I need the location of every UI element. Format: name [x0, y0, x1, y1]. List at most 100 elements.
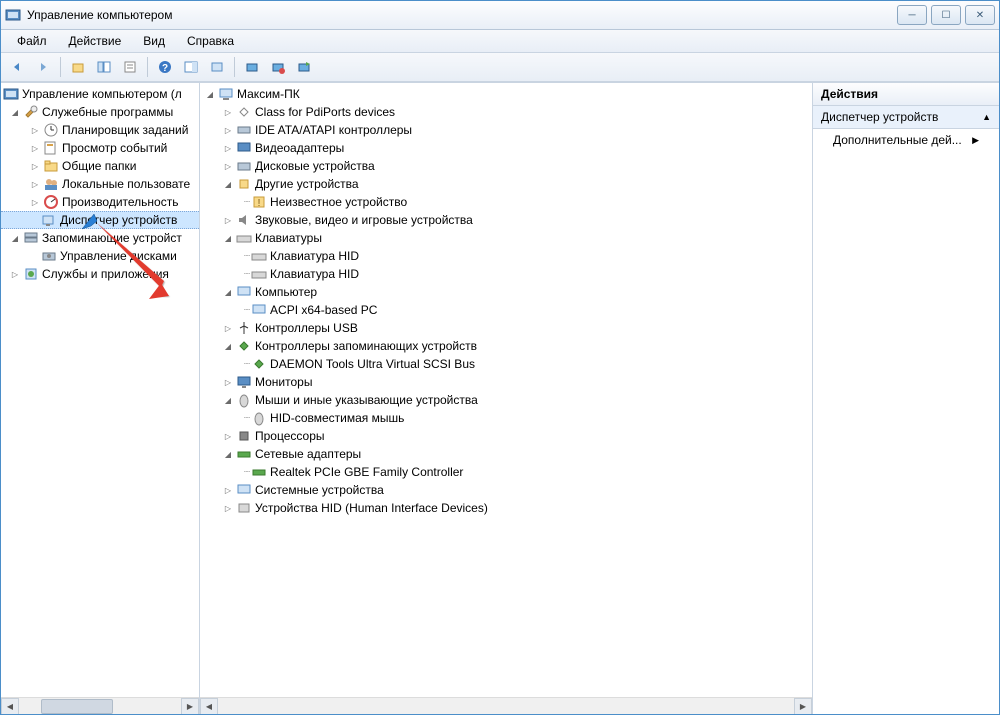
dev-keyboards[interactable]: ◢Клавиатуры [200, 229, 812, 247]
tree-devicemgr[interactable]: Диспетчер устройств [1, 211, 199, 229]
storage-icon [23, 230, 39, 246]
expand-icon[interactable]: ▷ [29, 178, 41, 190]
collapse-icon[interactable]: ◢ [222, 178, 234, 190]
collapse-icon[interactable]: ▲ [982, 112, 991, 122]
dev-hiddevices[interactable]: ▷Устройства HID (Human Interface Devices… [200, 499, 812, 517]
tree-services[interactable]: ▷ Службы и приложения [1, 265, 199, 283]
expand-icon[interactable]: ▷ [222, 142, 234, 154]
scan-hardware-button[interactable] [240, 55, 264, 79]
toolbar: ? [1, 53, 999, 82]
collapse-icon[interactable]: ◢ [204, 88, 216, 100]
actions-pane: Действия Диспетчер устройств ▲ Дополните… [813, 83, 999, 714]
tree-localusers[interactable]: ▷ Локальные пользовате [1, 175, 199, 193]
expand-icon[interactable]: ▷ [29, 196, 41, 208]
dev-computer[interactable]: ◢Компьютер [200, 283, 812, 301]
scroll-left-button[interactable]: ◀ [1, 698, 19, 714]
scroll-thumb[interactable] [41, 699, 113, 714]
collapse-icon[interactable]: ◢ [222, 286, 234, 298]
expand-icon[interactable]: ▷ [222, 430, 234, 442]
actions-more[interactable]: Дополнительные дей... ▶ [813, 129, 999, 151]
tree-storage[interactable]: ◢ Запоминающие устройст [1, 229, 199, 247]
forward-button[interactable] [31, 55, 55, 79]
expand-icon[interactable]: ▷ [222, 484, 234, 496]
tree-performance[interactable]: ▷ Производительность [1, 193, 199, 211]
scroll-left-button[interactable]: ◀ [200, 698, 218, 714]
menu-file[interactable]: Файл [7, 32, 57, 50]
collapse-icon[interactable]: ◢ [9, 106, 21, 118]
tree-root[interactable]: Управление компьютером (л [1, 85, 199, 103]
dev-root[interactable]: ◢ Максим-ПК [200, 85, 812, 103]
dev-sysdevices[interactable]: ▷Системные устройства [200, 481, 812, 499]
dev-monitors[interactable]: ▷Мониторы [200, 373, 812, 391]
collapse-icon[interactable]: ◢ [222, 394, 234, 406]
expand-icon[interactable]: ▷ [222, 322, 234, 334]
back-button[interactable] [5, 55, 29, 79]
computer-mgmt-icon [3, 86, 19, 102]
dev-daemon[interactable]: ┈DAEMON Tools Ultra Virtual SCSI Bus [200, 355, 812, 373]
center-scrollbar[interactable]: ◀ ▶ [200, 697, 812, 714]
dev-kbdhid2[interactable]: ┈Клавиатура HID [200, 265, 812, 283]
tree-eventviewer[interactable]: ▷ Просмотр событий [1, 139, 199, 157]
dev-unknown[interactable]: ┈!Неизвестное устройство [200, 193, 812, 211]
expand-icon[interactable]: ▷ [29, 124, 41, 136]
scroll-right-button[interactable]: ▶ [794, 698, 812, 714]
expand-icon[interactable]: ▷ [222, 160, 234, 172]
up-button[interactable] [66, 55, 90, 79]
dev-pdiports[interactable]: ▷Class for PdiPorts devices [200, 103, 812, 121]
properties-button[interactable] [118, 55, 142, 79]
maximize-button[interactable]: ☐ [931, 5, 961, 25]
uninstall-button[interactable] [266, 55, 290, 79]
expand-icon[interactable]: ▷ [29, 142, 41, 154]
expand-icon[interactable]: ▷ [222, 106, 234, 118]
collapse-icon[interactable]: ◢ [222, 232, 234, 244]
management-tree[interactable]: Управление компьютером (л ◢ Служебные пр… [1, 83, 199, 697]
mouse-icon [251, 410, 267, 426]
collapse-icon[interactable]: ◢ [222, 340, 234, 352]
dev-kbdhid1[interactable]: ┈Клавиатура HID [200, 247, 812, 265]
expand-icon[interactable]: ▷ [222, 502, 234, 514]
collapse-icon[interactable]: ◢ [9, 232, 21, 244]
action-pane-button[interactable] [179, 55, 203, 79]
refresh-button[interactable] [205, 55, 229, 79]
expand-icon[interactable]: ▷ [222, 376, 234, 388]
dev-processors[interactable]: ▷Процессоры [200, 427, 812, 445]
tree-system-tools[interactable]: ◢ Служебные программы [1, 103, 199, 121]
expand-icon[interactable]: ▷ [222, 214, 234, 226]
help-button[interactable]: ? [153, 55, 177, 79]
dev-ide[interactable]: ▷IDE ATA/ATAPI контроллеры [200, 121, 812, 139]
dev-storagectrl[interactable]: ◢Контроллеры запоминающих устройств [200, 337, 812, 355]
menu-help[interactable]: Справка [177, 32, 244, 50]
tree-diskmgmt[interactable]: Управление дисками [1, 247, 199, 265]
actions-header: Действия [813, 83, 999, 106]
dev-disk[interactable]: ▷Дисковые устройства [200, 157, 812, 175]
expand-icon[interactable]: ▷ [29, 160, 41, 172]
dev-video[interactable]: ▷Видеоадаптеры [200, 139, 812, 157]
tree-scheduler[interactable]: ▷ Планировщик заданий [1, 121, 199, 139]
dev-realtek[interactable]: ┈Realtek PCIe GBE Family Controller [200, 463, 812, 481]
dev-hidmouse[interactable]: ┈HID-совместимая мышь [200, 409, 812, 427]
menu-action[interactable]: Действие [59, 32, 132, 50]
dev-netadapters[interactable]: ◢Сетевые адаптеры [200, 445, 812, 463]
close-button[interactable]: ✕ [965, 5, 995, 25]
unknown-icon: ! [251, 194, 267, 210]
dev-acpi[interactable]: ┈ACPI x64-based PC [200, 301, 812, 319]
dev-other[interactable]: ◢Другие устройства [200, 175, 812, 193]
collapse-icon[interactable]: ◢ [222, 448, 234, 460]
menu-view[interactable]: Вид [133, 32, 175, 50]
keyboard-icon [251, 248, 267, 264]
device-tree[interactable]: ◢ Максим-ПК ▷Class for PdiPorts devices … [200, 83, 812, 697]
tree-sharedfolders[interactable]: ▷ Общие папки [1, 157, 199, 175]
scroll-right-button[interactable]: ▶ [181, 698, 199, 714]
expand-icon[interactable]: ▷ [222, 124, 234, 136]
actions-context[interactable]: Диспетчер устройств ▲ [813, 106, 999, 129]
dev-mice[interactable]: ◢Мыши и иные указывающие устройства [200, 391, 812, 409]
left-scrollbar[interactable]: ◀ ▶ [1, 697, 199, 714]
expand-icon[interactable]: ▷ [9, 268, 21, 280]
update-driver-button[interactable] [292, 55, 316, 79]
minimize-button[interactable]: ─ [897, 5, 927, 25]
network-icon [236, 446, 252, 462]
show-hide-tree-button[interactable] [92, 55, 116, 79]
dev-usb[interactable]: ▷Контроллеры USB [200, 319, 812, 337]
svg-text:!: ! [258, 198, 261, 209]
dev-sound[interactable]: ▷Звуковые, видео и игровые устройства [200, 211, 812, 229]
